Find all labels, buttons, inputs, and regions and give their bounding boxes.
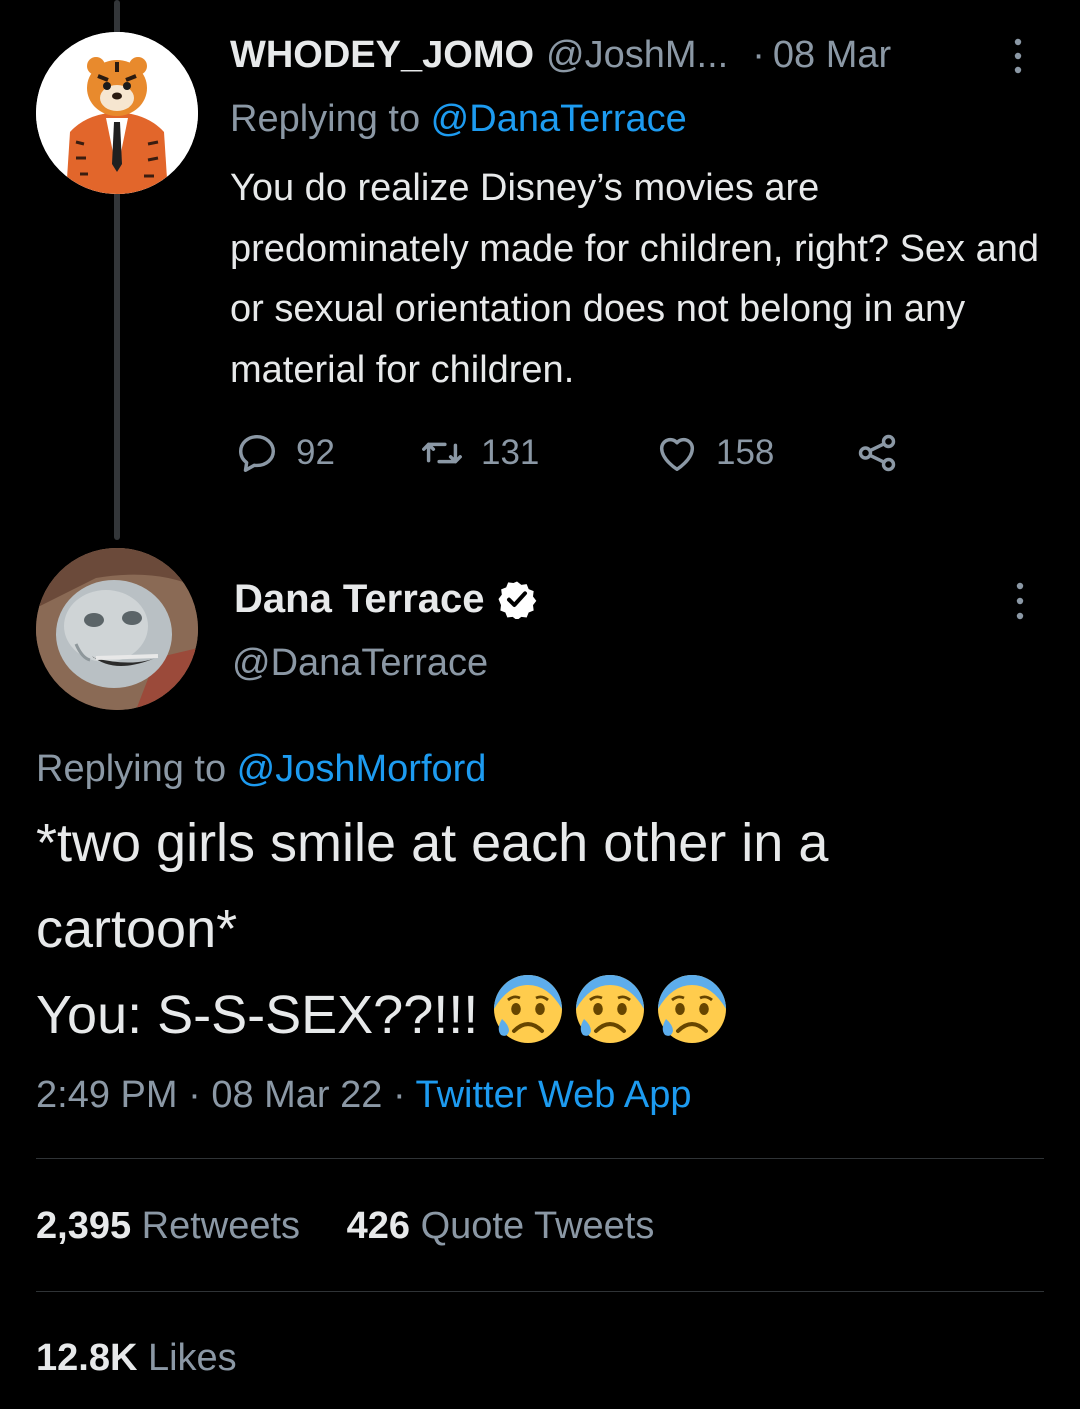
tweet-time[interactable]: 2:49 PM xyxy=(36,1074,178,1116)
tiger-mascot-avatar-icon xyxy=(36,32,198,194)
main-replying-to: Replying to @JoshMorford xyxy=(36,744,486,794)
reply-display-name[interactable]: WHODEY_JOMO xyxy=(230,30,534,80)
likes-label: Likes xyxy=(147,1337,237,1379)
meta-separator: · xyxy=(188,1074,201,1116)
share-icon xyxy=(858,434,896,472)
main-text-line-3: You: S-S-SEX??!!! xyxy=(36,985,479,1045)
main-display-name-row: Dana Terrace xyxy=(234,574,537,624)
main-tweet-text: *two girls smile at each other in a cart… xyxy=(36,800,1046,1058)
likes-count: 12.8K xyxy=(36,1337,138,1379)
reply-action-bar: 92 131 158 xyxy=(234,428,900,478)
retweet-count: 131 xyxy=(481,433,540,472)
main-text-line-3-row: You: S-S-SEX??!!! xyxy=(36,972,1046,1058)
retweets-count: 2,395 xyxy=(36,1205,132,1247)
engagement-stats: 2,395 Retweets 426 Quote Tweets xyxy=(36,1201,690,1251)
emoji-group xyxy=(492,973,738,1045)
like-button[interactable]: 158 xyxy=(654,430,854,476)
more-options-icon[interactable] xyxy=(1013,580,1027,622)
tweet-date[interactable]: 08 Mar 22 xyxy=(211,1074,382,1116)
reply-tweet-text: You do realize Disney’s movies are predo… xyxy=(230,167,1040,391)
reply-handle[interactable]: @JoshM... xyxy=(546,30,728,80)
divider xyxy=(36,1158,1044,1159)
main-display-name[interactable]: Dana Terrace xyxy=(234,574,485,624)
medieval-face-avatar-icon xyxy=(36,548,198,710)
reply-header: WHODEY_JOMO @JoshM... · 08 Mar xyxy=(230,30,1050,80)
tweet-source[interactable]: Twitter Web App xyxy=(416,1074,692,1116)
quote-tweets-count: 426 xyxy=(346,1205,411,1247)
main-text-line-2: cartoon* xyxy=(36,899,238,959)
tweet-thread-page: WHODEY_JOMO @JoshM... · 08 Mar Replying … xyxy=(0,0,1080,1409)
share-button[interactable] xyxy=(854,430,900,476)
retweet-button[interactable]: 131 xyxy=(419,430,654,476)
reply-button[interactable]: 92 xyxy=(234,430,419,476)
reply-count: 92 xyxy=(296,433,335,472)
retweet-arrows-icon xyxy=(422,442,462,464)
divider xyxy=(36,1291,1044,1292)
anxious-face-with-sweat-icon xyxy=(576,975,645,1043)
heart-icon xyxy=(659,437,695,472)
verified-badge-icon xyxy=(498,581,536,619)
tweet-meta: 2:49 PM · 08 Mar 22 · Twitter Web App xyxy=(36,1070,691,1120)
main-author-avatar[interactable] xyxy=(36,548,198,710)
replying-to-label: Replying to xyxy=(36,748,237,790)
anxious-face-with-sweat-icon xyxy=(658,975,727,1043)
reply-replying-to: Replying to @DanaTerrace xyxy=(230,94,687,144)
like-count: 158 xyxy=(716,433,775,472)
quote-tweets-stat[interactable]: 426 Quote Tweets xyxy=(347,1205,655,1247)
replying-to-mention[interactable]: @JoshMorford xyxy=(237,748,487,790)
replying-to-label: Replying to xyxy=(230,98,431,140)
reply-timestamp[interactable]: 08 Mar xyxy=(773,30,891,80)
anxious-face-with-sweat-icon xyxy=(494,975,563,1043)
reply-separator: · xyxy=(752,34,765,76)
reply-bubble-icon xyxy=(238,434,276,472)
main-handle[interactable]: @DanaTerrace xyxy=(232,638,488,688)
meta-separator: · xyxy=(392,1074,406,1116)
retweets-stat[interactable]: 2,395 Retweets xyxy=(36,1205,300,1247)
likes-stat[interactable]: 12.8K Likes xyxy=(36,1333,237,1383)
reply-author-avatar[interactable] xyxy=(36,32,198,194)
quote-tweets-label: Quote Tweets xyxy=(420,1205,655,1247)
replying-to-mention[interactable]: @DanaTerrace xyxy=(431,98,687,140)
retweets-label: Retweets xyxy=(141,1205,301,1247)
main-text-line-1: *two girls smile at each other in a xyxy=(36,813,829,873)
more-options-icon[interactable] xyxy=(1011,36,1025,76)
